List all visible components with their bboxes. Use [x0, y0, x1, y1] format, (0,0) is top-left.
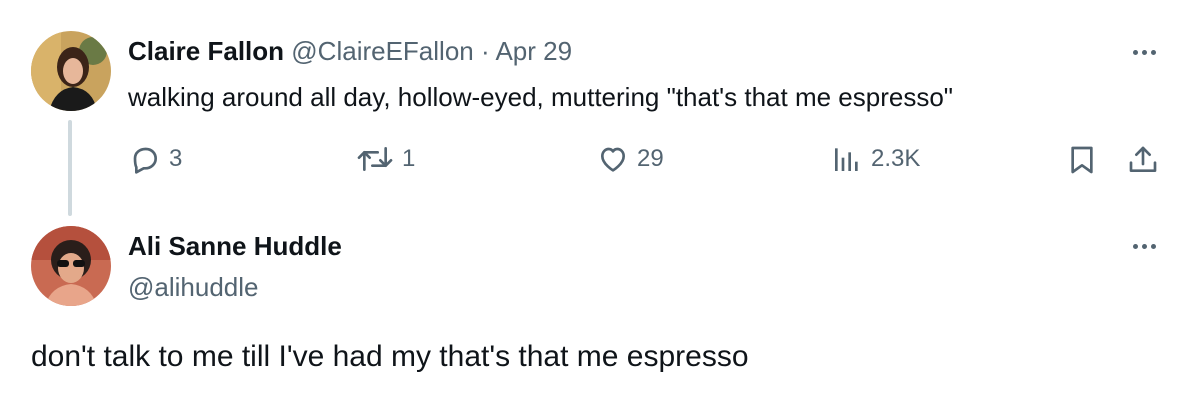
share-icon [1129, 146, 1157, 172]
reply-count: 3 [169, 145, 183, 172]
like-count: 29 [637, 145, 664, 172]
avatar-claire-fallon[interactable] [31, 31, 111, 111]
reply-text: don't talk to me till I've had my that's… [31, 340, 749, 373]
thread-line [68, 120, 72, 216]
header-separator: · [480, 36, 490, 66]
bookmark-button[interactable] [1066, 143, 1098, 177]
author-name[interactable]: Claire Fallon [128, 36, 284, 66]
author-handle[interactable]: @ClaireEFallon [291, 36, 473, 66]
views-button[interactable]: 2.3K [831, 143, 920, 175]
views-count: 2.3K [871, 145, 921, 172]
reply-author-name[interactable]: Ali Sanne Huddle [128, 231, 342, 262]
reply-button[interactable]: 3 [129, 143, 182, 175]
retweet-button[interactable]: 1 [356, 143, 415, 175]
like-button[interactable]: 29 [597, 143, 664, 175]
share-button[interactable] [1127, 143, 1159, 177]
reply-icon [133, 147, 157, 174]
more-icon[interactable] [1126, 42, 1162, 62]
retweet-count: 1 [402, 145, 416, 172]
retweet-icon [357, 147, 393, 171]
tweet-date[interactable]: Apr 29 [495, 36, 572, 66]
reply-author-handle[interactable]: @alihuddle [128, 272, 258, 303]
bookmark-icon [1071, 146, 1093, 174]
views-chart-icon [835, 148, 858, 171]
avatar-ali-sanne-huddle[interactable] [31, 226, 111, 306]
tweet-header: Claire Fallon @ClaireEFallon · Apr 29 [128, 36, 572, 67]
more-icon[interactable] [1126, 236, 1162, 256]
heart-icon [601, 147, 625, 172]
tweet-text: walking around all day, hollow-eyed, mut… [128, 82, 954, 112]
